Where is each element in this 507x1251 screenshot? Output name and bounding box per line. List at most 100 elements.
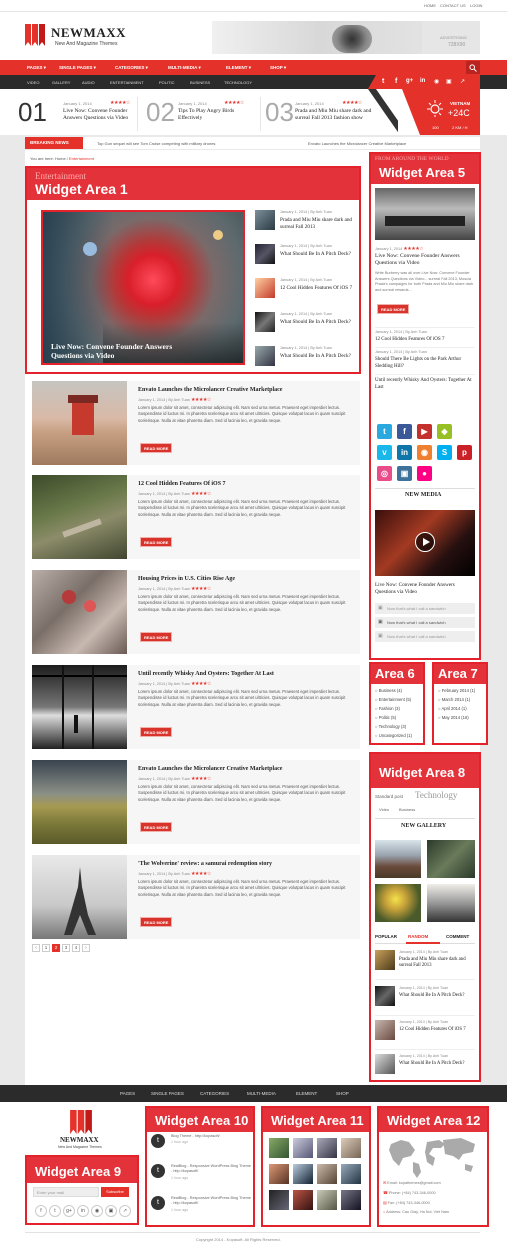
read-more-button[interactable]: READ MORE	[140, 917, 173, 927]
footer-nav-shop[interactable]: SHOP	[336, 1091, 349, 1096]
flickr-photo[interactable]	[269, 1164, 289, 1184]
twitter-icon[interactable]: t	[382, 78, 384, 85]
media-list-item[interactable]: ▣ Now that's what I call a sandwich	[375, 631, 475, 642]
tab-popular[interactable]: POPULAR	[375, 934, 397, 939]
tweet-item[interactable]: t Blog Theme - http://kopasoft/ 1 hour a…	[151, 1132, 251, 1160]
breaking-news-item[interactable]: Top Gun sequel will see Tom Cruise compe…	[97, 141, 215, 146]
rss-icon[interactable]: ◉	[91, 1205, 103, 1217]
top-story-1[interactable]: 01 January 1, 2014 ★★★★☆ Live Now: Conve…	[18, 97, 138, 131]
archive-item[interactable]: ○ May 2014 (16)	[438, 715, 469, 720]
read-more-button[interactable]: READ MORE	[377, 304, 410, 314]
subnav-entertainment[interactable]: ENTERTAINMENT	[110, 80, 144, 85]
category-item[interactable]: ○ Fashion (3)	[375, 706, 400, 711]
pinterest-icon[interactable]: p	[457, 445, 472, 460]
tab-comment[interactable]: COMMENT	[446, 934, 469, 939]
category-item[interactable]: ○ Technology (3)	[375, 724, 406, 729]
gallery-image[interactable]	[427, 884, 475, 922]
side-item[interactable]: January 1, 2014 | By Anh Tuan What Shoul…	[255, 346, 355, 368]
flickr-icon[interactable]: ▣	[446, 78, 452, 85]
flickr-photo[interactable]	[341, 1138, 361, 1158]
page-3[interactable]: 3	[62, 944, 70, 952]
android-icon[interactable]: ◆	[437, 424, 452, 439]
media-title[interactable]: Live Now: Convene Founder Answers Questi…	[375, 582, 475, 596]
share-icon[interactable]: ↗	[460, 78, 465, 85]
archive-item[interactable]: ○ March 2014 (1)	[438, 697, 470, 702]
vimeo-icon[interactable]: v	[377, 445, 392, 460]
linkedin-icon[interactable]: in	[420, 78, 425, 84]
linkedin-icon[interactable]: in	[77, 1205, 89, 1217]
side-item[interactable]: January 1, 2014 | By Anh Tuan What Shoul…	[255, 244, 355, 274]
rss-icon[interactable]: ◉	[417, 445, 432, 460]
post-card[interactable]: Envato Launches the Microlancer Creative…	[32, 760, 360, 844]
gallery-image[interactable]	[375, 884, 421, 922]
top-story-3[interactable]: 03 January 1, 2014 ★★★★☆ Prada and Miu M…	[265, 97, 375, 131]
archive-item[interactable]: ○ February 2014 (1)	[438, 688, 475, 693]
twitter-icon[interactable]: t	[49, 1205, 61, 1217]
tab-list-item[interactable]: January 1, 2014 | By Anh Tuan What Shoul…	[375, 1054, 475, 1080]
googleplus-icon[interactable]: g+	[63, 1205, 75, 1217]
page-4[interactable]: 4	[72, 944, 80, 952]
footer-nav-categories[interactable]: CATEGORIES	[200, 1091, 229, 1096]
rss-icon[interactable]: ◉	[434, 78, 439, 85]
featured-main-title[interactable]: Live Now: Convene Founder Answers Questi…	[51, 342, 201, 360]
post-title[interactable]: 'The Wolverine' review: a samurai redemp…	[138, 861, 272, 867]
flickr-photo[interactable]	[293, 1138, 313, 1158]
share-icon[interactable]: ↗	[119, 1205, 131, 1217]
youtube-icon[interactable]: ▶	[417, 424, 432, 439]
subnav-gallery[interactable]: GALLERY	[52, 80, 70, 85]
flickr-photo[interactable]	[317, 1138, 337, 1158]
tag-item[interactable]: Standard post	[375, 794, 403, 799]
tag-item[interactable]: Technology	[415, 790, 457, 800]
facebook-icon[interactable]: f	[35, 1205, 47, 1217]
top-link-login[interactable]: LOGIN	[470, 3, 482, 8]
post-title[interactable]: Envato Launches the Microlancer Creative…	[138, 387, 282, 393]
media-list-item[interactable]: ▣ Now that's what I call a sandwich	[375, 617, 475, 628]
linkedin-icon[interactable]: in	[397, 445, 412, 460]
header-ad[interactable]: ADVERTISING 728X90	[212, 21, 480, 54]
flickr-icon[interactable]: ●	[417, 466, 432, 481]
post-title[interactable]: 12 Cool Hidden Features Of iOS 7	[138, 481, 226, 487]
category-item[interactable]: ○ Uncategorized (1)	[375, 733, 412, 738]
flickr-photo[interactable]	[341, 1190, 361, 1210]
skype-icon[interactable]: S	[437, 445, 452, 460]
apple-icon[interactable]	[457, 424, 472, 439]
tag-item[interactable]: Business	[399, 807, 415, 812]
top-link-contact[interactable]: CONTACT US	[440, 3, 466, 8]
subnav-technology[interactable]: TECHNOLOGY	[224, 80, 252, 85]
page-prev[interactable]: ‹	[32, 944, 40, 952]
featured-main-image[interactable]: Live Now: Convene Founder Answers Questi…	[41, 210, 245, 365]
flickr-photo[interactable]	[317, 1164, 337, 1184]
category-item[interactable]: ○ Entertainment (5)	[375, 697, 411, 702]
read-more-button[interactable]: READ MORE	[140, 822, 173, 832]
flickr-photo[interactable]	[293, 1190, 313, 1210]
world-main-image[interactable]	[375, 188, 475, 240]
post-card[interactable]: 'The Wolverine' review: a samurai redemp…	[32, 855, 360, 939]
breadcrumb-home[interactable]: Home	[55, 156, 66, 161]
subnav-audio[interactable]: AUDIO	[82, 80, 95, 85]
footer-nav-pages[interactable]: PAGES	[120, 1091, 135, 1096]
facebook-icon[interactable]: f	[397, 424, 412, 439]
tab-random[interactable]: RANDOM	[408, 934, 428, 939]
read-more-button[interactable]: READ MORE	[140, 727, 173, 737]
facebook-icon[interactable]: f	[395, 78, 397, 85]
post-title[interactable]: Envato Launches the Microlancer Creative…	[138, 766, 282, 772]
subscribe-button[interactable]: Subscribe	[101, 1187, 129, 1197]
nav-categories[interactable]: CATEGORIES ▾	[115, 65, 148, 71]
twitter-icon[interactable]: t	[377, 424, 392, 439]
post-card[interactable]: Housing Prices in U.S. Cities Rise Age J…	[32, 570, 360, 654]
world-main-title[interactable]: Live Now: Convene Founder Answers Questi…	[375, 253, 475, 267]
footer-nav-multi-media[interactable]: MULTI-MEDIA	[247, 1091, 276, 1096]
flickr-photo[interactable]	[269, 1190, 289, 1210]
gallery-image[interactable]	[427, 840, 475, 878]
nav-multi-media[interactable]: MULTI-MEDIA ▾	[168, 65, 201, 71]
footer-nav-single-pages[interactable]: SINGLE PAGES	[151, 1091, 184, 1096]
side-item[interactable]: January 1, 2014 | By Anh Tuan 12 Cool Hi…	[255, 278, 355, 308]
archive-item[interactable]: ○ April 2014 (1)	[438, 706, 467, 711]
subnav-video[interactable]: VIDEO	[27, 80, 39, 85]
page-next[interactable]: ›	[82, 944, 90, 952]
post-title[interactable]: Housing Prices in U.S. Cities Rise Age	[138, 576, 235, 582]
tab-list-item[interactable]: January 1, 2014 | By Anh Tuan What Shoul…	[375, 986, 475, 1016]
instagram-icon[interactable]: ▣	[397, 466, 412, 481]
side-item[interactable]: January 1, 2014 | By Anh Tuan What Shoul…	[255, 312, 355, 342]
world-list-item[interactable]: January 1, 2014 | By Anh Tuan Should The…	[375, 347, 475, 369]
